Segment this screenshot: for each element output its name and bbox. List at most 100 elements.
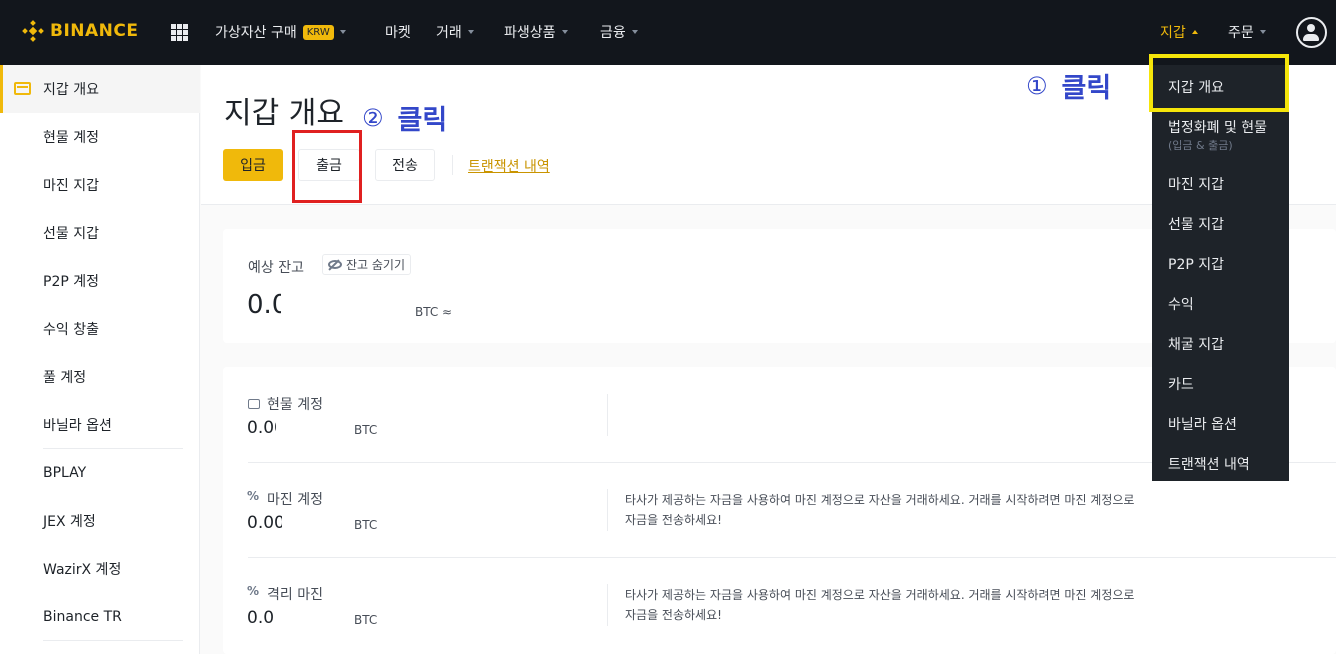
- dropdown-item-fiat-spot[interactable]: 법정화폐 및 현물: [1168, 117, 1267, 137]
- sidebar-item-futures[interactable]: 선물 지갑: [0, 209, 200, 257]
- nav-finance-label: 금융: [600, 25, 626, 41]
- isolated-margin-description: 타사가 제공하는 자금을 사용하여 마진 계정으로 자산을 거래하세요. 거래를…: [625, 588, 1135, 622]
- margin-account-description: 타사가 제공하는 자금을 사용하여 마진 계정으로 자산을 거래하세요. 거래를…: [625, 493, 1135, 527]
- step1-highlight-box: [1149, 54, 1289, 112]
- sidebar-item-label: BPLAY: [43, 465, 87, 481]
- nav-trade[interactable]: 거래: [436, 22, 474, 42]
- step2-annotation: ② 클릭: [362, 98, 447, 137]
- sidebar-item-p2p[interactable]: P2P 계정: [0, 257, 200, 305]
- sidebar-item-vanilla-options[interactable]: 바닐라 옵션: [0, 401, 200, 449]
- sidebar-item-label: WazirX 계정: [43, 562, 122, 578]
- step2-highlight-box: [292, 130, 362, 203]
- nav-wallet[interactable]: 지갑: [1160, 22, 1198, 42]
- dropdown-item-transaction-history[interactable]: 트랜잭션 내역: [1168, 454, 1250, 474]
- nav-markets-label: 마켓: [385, 25, 411, 41]
- transfer-button[interactable]: 전송: [375, 149, 435, 181]
- sidebar-item-earn[interactable]: 수익 창출: [0, 305, 200, 353]
- sidebar-item-binance-tr[interactable]: Binance TR: [0, 593, 200, 641]
- estimated-balance-value: 0.0: [247, 290, 281, 320]
- step1-text: 클릭: [1061, 73, 1112, 104]
- isolated-margin-label: 격리 마진: [247, 584, 323, 604]
- sidebar-item-label: Binance TR: [43, 609, 122, 625]
- account-divider: [607, 489, 608, 531]
- hide-balance-label: 잔고 숨기기: [346, 258, 406, 272]
- binance-logo-icon: [22, 20, 44, 42]
- user-profile-icon[interactable]: [1296, 17, 1327, 48]
- step2-text: 클릭: [397, 105, 448, 136]
- margin-account-label-text: 마진 계정: [267, 492, 323, 508]
- step1-annotation: ① 클릭: [1026, 66, 1111, 105]
- spot-account-label: 현물 계정: [248, 394, 323, 414]
- sidebar-item-label: 바닐라 옵션: [43, 418, 112, 434]
- nav-buy-crypto-label: 가상자산 구매: [215, 25, 297, 41]
- account-divider: [607, 394, 608, 436]
- account-divider: [607, 584, 608, 626]
- sidebar-item-jex[interactable]: JEX 계정: [0, 497, 200, 545]
- dropdown-item-pool[interactable]: 채굴 지갑: [1168, 334, 1224, 354]
- deposit-button[interactable]: 입금: [223, 149, 283, 181]
- transaction-history-link[interactable]: 트랜잭션 내역: [468, 156, 550, 176]
- nav-orders[interactable]: 주문: [1228, 22, 1266, 42]
- dropdown-item-futures[interactable]: 선물 지갑: [1168, 214, 1224, 234]
- sidebar-item-margin[interactable]: 마진 지갑: [0, 161, 200, 209]
- nav-buy-crypto[interactable]: 가상자산 구매 KRW: [215, 22, 346, 42]
- nav-orders-label: 주문: [1228, 25, 1254, 41]
- nav-derivatives[interactable]: 파생상품: [504, 22, 568, 42]
- dropdown-item-fiat-spot-sub: (입금 & 출금): [1168, 139, 1233, 152]
- chevron-down-icon: [1259, 30, 1266, 34]
- page-title: 지갑 개요: [224, 96, 344, 131]
- sidebar-item-wallet-overview[interactable]: 지갑 개요: [0, 65, 200, 113]
- binance-logo[interactable]: BINANCE: [22, 20, 138, 42]
- row-divider: [248, 557, 1336, 558]
- isolated-margin-value: 0.0: [247, 608, 275, 628]
- isolated-margin-unit: BTC: [354, 613, 378, 627]
- chevron-down-icon: [561, 30, 568, 34]
- chevron-down-icon: [467, 30, 474, 34]
- sidebar-item-label: 지갑 개요: [43, 82, 99, 98]
- isolated-margin-label-text: 격리 마진: [267, 587, 323, 603]
- dropdown-item-p2p[interactable]: P2P 지갑: [1168, 254, 1224, 274]
- estimated-balance-unit: BTC ≈: [415, 305, 453, 319]
- dropdown-item-earn[interactable]: 수익: [1168, 294, 1194, 314]
- sidebar-item-wazirx[interactable]: WazirX 계정: [0, 545, 200, 593]
- margin-account-label: 마진 계정: [247, 489, 323, 509]
- spot-account-value: 0.00: [247, 418, 276, 438]
- percent-icon: [247, 584, 260, 599]
- sidebar-item-bplay[interactable]: BPLAY: [0, 449, 200, 497]
- dropdown-item-margin[interactable]: 마진 지갑: [1168, 174, 1224, 194]
- nav-trade-label: 거래: [436, 25, 462, 41]
- sidebar-item-spot[interactable]: 현물 계정: [0, 113, 200, 161]
- nav-wallet-label: 지갑: [1160, 25, 1186, 41]
- sidebar-item-pool[interactable]: 풀 계정: [0, 353, 200, 401]
- apps-grid-icon[interactable]: [171, 24, 188, 41]
- chevron-up-icon: [1191, 30, 1198, 34]
- sidebar-item-label: JEX 계정: [43, 514, 96, 530]
- logo-text: BINANCE: [50, 21, 139, 41]
- spot-account-label-text: 현물 계정: [267, 397, 323, 413]
- percent-icon: [247, 489, 260, 504]
- sidebar-item-label: 풀 계정: [43, 370, 87, 386]
- nav-finance[interactable]: 금융: [600, 22, 638, 42]
- sidebar-item-label: P2P 계정: [43, 274, 100, 290]
- chevron-down-icon: [339, 30, 346, 34]
- spot-account-unit: BTC: [354, 423, 378, 437]
- sidebar-item-label: 현물 계정: [43, 130, 99, 146]
- eye-off-icon: [328, 260, 342, 269]
- chevron-down-icon: [631, 30, 638, 34]
- nav-markets[interactable]: 마켓: [385, 22, 411, 42]
- margin-account-value: 0.00: [247, 513, 282, 533]
- margin-account-unit: BTC: [354, 518, 378, 532]
- top-navbar: BINANCE 가상자산 구매 KRW 마켓 거래 파생상품 금융 지갑 주문: [0, 0, 1336, 65]
- wallet-icon: [14, 82, 31, 95]
- sidebar-divider: [43, 640, 183, 641]
- header-divider: [452, 155, 453, 175]
- sidebar-item-label: 마진 지갑: [43, 178, 99, 194]
- nav-derivatives-label: 파생상품: [504, 25, 556, 41]
- sidebar-item-label: 선물 지갑: [43, 226, 99, 242]
- step1-number: ①: [1026, 71, 1048, 100]
- dropdown-item-card[interactable]: 카드: [1168, 374, 1194, 394]
- step2-number: ②: [362, 103, 384, 132]
- sidebar-item-label: 수익 창출: [43, 322, 99, 338]
- dropdown-item-vanilla-options[interactable]: 바닐라 옵션: [1168, 414, 1237, 434]
- hide-balance-button[interactable]: 잔고 숨기기: [322, 254, 412, 275]
